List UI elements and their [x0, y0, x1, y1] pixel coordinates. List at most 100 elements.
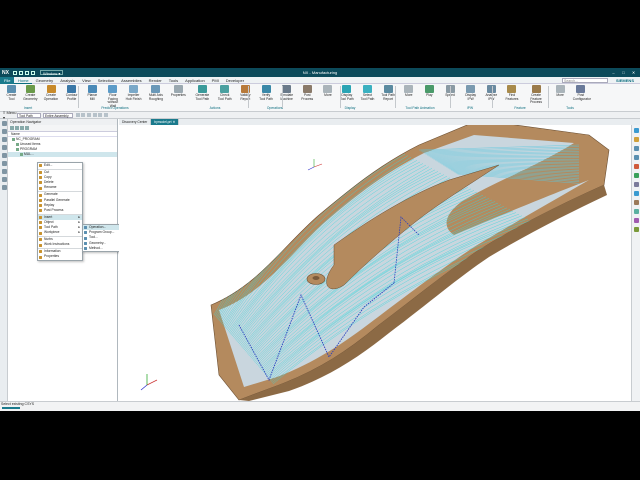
- close-icon[interactable]: ✕: [631, 70, 636, 75]
- right-toolbar-icon[interactable]: [634, 128, 639, 133]
- ribbon-button-27[interactable]: Post Configurator: [572, 85, 591, 101]
- context-menu-item[interactable]: Workpiece ▸: [38, 230, 82, 235]
- ribbon-button-12[interactable]: Verify Tool Path: [258, 85, 274, 101]
- machine-tool-icon[interactable]: [1, 137, 7, 142]
- geometry-view-icon[interactable]: [1, 145, 7, 150]
- context-menu-item[interactable]: Work Instructions: [38, 242, 82, 247]
- right-toolbar-icon[interactable]: [634, 209, 639, 214]
- right-toolbar-icon[interactable]: [634, 191, 639, 196]
- menu-item-icon: [39, 203, 42, 207]
- ribbon-button-22[interactable]: Display IPW: [463, 85, 479, 101]
- ribbon-button-10[interactable]: Check Tool Path: [217, 85, 233, 101]
- context-menu-item[interactable]: Rename: [38, 185, 82, 190]
- ribbon-group-label: Feature: [514, 105, 526, 110]
- ribbon-button-7[interactable]: Multi Axis Roughing: [148, 85, 164, 101]
- ribbon-button-0[interactable]: Create Tool: [3, 85, 19, 101]
- ribbon-button-8[interactable]: Properties: [170, 85, 186, 98]
- right-toolbar-icon[interactable]: [634, 200, 639, 205]
- menu-item-label: Copy: [44, 175, 52, 180]
- ribbon-separator: [450, 86, 451, 108]
- right-toolbar-icon[interactable]: [634, 164, 639, 169]
- right-toolbar-icon[interactable]: [634, 137, 639, 142]
- tree-row[interactable]: MUL...: [8, 152, 117, 157]
- type-filter-select[interactable]: Tool Path: [17, 112, 41, 118]
- ribbon-separator: [248, 86, 249, 108]
- ribbon-button-1[interactable]: Create Geometry: [22, 85, 38, 101]
- ribbon-button-14[interactable]: Post Process: [299, 85, 315, 101]
- geometry-view-icon[interactable]: [20, 126, 24, 130]
- curve-icon[interactable]: [92, 113, 97, 117]
- command-search-input[interactable]: Search...: [561, 77, 608, 83]
- file-menu-tab[interactable]: File: [0, 76, 15, 84]
- copy-icon[interactable]: [31, 70, 35, 75]
- tab-selection[interactable]: Selection: [94, 77, 117, 84]
- ribbon-button-20[interactable]: Play: [421, 85, 437, 98]
- right-toolbar-icon[interactable]: [634, 227, 639, 232]
- ribbon-button-11[interactable]: Validity Report: [237, 85, 253, 101]
- program-order-icon[interactable]: [1, 129, 7, 134]
- ribbon-button-sublabel: Tool Path: [195, 96, 210, 101]
- tab-render[interactable]: Render: [145, 77, 165, 84]
- snap-icon[interactable]: [75, 113, 80, 117]
- tab-home[interactable]: Home: [14, 77, 33, 84]
- context-menu-item[interactable]: Edit...: [38, 163, 82, 168]
- ribbon-button-17[interactable]: Select Tool Path: [359, 85, 375, 101]
- insert-submenu-item[interactable]: Method...: [83, 246, 121, 251]
- ribbon-button-26[interactable]: More: [552, 85, 568, 98]
- tab-tools[interactable]: Tools: [165, 77, 181, 84]
- ribbon-button-4[interactable]: Planar Mill: [84, 85, 100, 101]
- status-prompt: Select existing CSYS: [1, 402, 35, 406]
- undo-icon[interactable]: [19, 70, 23, 75]
- method-view-icon[interactable]: [1, 153, 7, 158]
- maximize-icon[interactable]: □: [621, 70, 626, 75]
- graphics-viewport[interactable]: [119, 125, 631, 401]
- tab-application[interactable]: Application: [182, 77, 209, 84]
- save-icon[interactable]: [13, 70, 17, 75]
- tab-view[interactable]: View: [79, 77, 95, 84]
- right-toolbar-icon[interactable]: [634, 182, 639, 187]
- tab-assemblies[interactable]: Assemblies: [118, 77, 145, 84]
- body-icon[interactable]: [103, 113, 108, 117]
- ribbon-button-18[interactable]: Tool Path Report: [380, 85, 396, 101]
- tab-pmi[interactable]: PMI: [208, 77, 222, 84]
- ribbon-button-2[interactable]: Create Operation: [43, 85, 59, 101]
- minimize-icon[interactable]: –: [611, 70, 616, 75]
- ribbon-button-6[interactable]: Impeller Hub Finish: [126, 85, 142, 101]
- right-toolbar-icon[interactable]: [634, 218, 639, 223]
- ribbon-button-9[interactable]: Generate Tool Path: [194, 85, 210, 101]
- program-view-icon[interactable]: [10, 126, 14, 130]
- menu-item-label: Generate: [44, 192, 58, 197]
- machine-view-icon[interactable]: [15, 126, 19, 130]
- selection-scope-select[interactable]: Entire Assembly: [43, 112, 73, 118]
- redo-icon[interactable]: [25, 70, 29, 75]
- right-toolbar-icon[interactable]: [634, 146, 639, 151]
- context-menu-item[interactable]: Post Process: [38, 208, 82, 213]
- ribbon-button-sublabel: Configurator: [572, 96, 591, 101]
- history-icon[interactable]: [1, 161, 7, 166]
- method-view-icon[interactable]: [25, 126, 29, 130]
- operation-tree: NC_PROGRAM Unused Items PROGRAM MUL...: [8, 137, 117, 157]
- reuse-library-icon[interactable]: [1, 169, 7, 174]
- ribbon-button-24[interactable]: Find Features: [504, 85, 520, 101]
- web-browser-icon[interactable]: [1, 185, 7, 190]
- menu-item-label: Replay: [44, 202, 55, 207]
- point-icon[interactable]: [86, 113, 91, 117]
- ribbon-button-16[interactable]: Display Tool Path: [339, 85, 355, 101]
- right-toolbar-icon[interactable]: [634, 173, 639, 178]
- tab-geometry[interactable]: Geometry: [32, 77, 57, 84]
- menu-item-label: Method...: [89, 245, 103, 250]
- ribbon-button-25[interactable]: Create Feature Process: [528, 85, 544, 105]
- ribbon-button-19[interactable]: More: [401, 85, 417, 98]
- window-menu-button[interactable]: Window ▾: [40, 70, 64, 76]
- status-indicator: [2, 407, 20, 409]
- operation-navigator-icon[interactable]: [1, 121, 7, 126]
- tab-analysis[interactable]: Analysis: [57, 77, 79, 84]
- context-menu-item[interactable]: Properties: [38, 254, 82, 259]
- right-toolbar-icon[interactable]: [634, 155, 639, 160]
- filter-icon[interactable]: [81, 113, 86, 117]
- face-icon[interactable]: [98, 113, 103, 117]
- ribbon-button-icon: [46, 85, 56, 93]
- ribbon-button-15[interactable]: More: [320, 85, 336, 98]
- roles-icon[interactable]: [1, 177, 7, 182]
- tab-developer[interactable]: Developer: [222, 77, 247, 84]
